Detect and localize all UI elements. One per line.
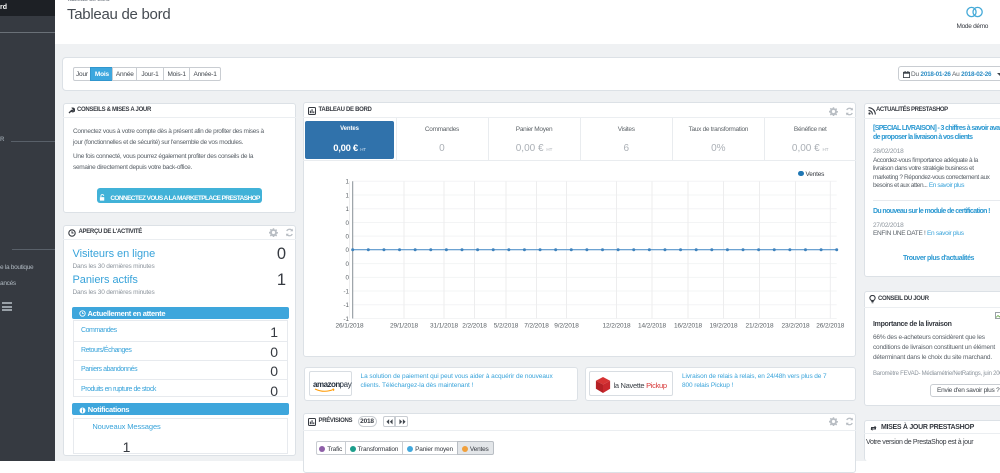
svg-text:23/2/2018: 23/2/2018 <box>781 323 810 330</box>
svg-text:7/2/2018: 7/2/2018 <box>524 323 549 330</box>
svg-text:31/1/2018: 31/1/2018 <box>430 323 459 330</box>
svg-text:0: 0 <box>346 220 350 227</box>
svg-text:0: 0 <box>346 233 350 240</box>
svg-text:26/1/2018: 26/1/2018 <box>335 323 364 330</box>
svg-text:5/2/2018: 5/2/2018 <box>494 323 519 330</box>
svg-text:0: 0 <box>346 275 350 282</box>
svg-text:-1: -1 <box>343 302 349 309</box>
svg-text:14/2/2018: 14/2/2018 <box>638 323 667 330</box>
svg-text:2/2/2018: 2/2/2018 <box>462 323 487 330</box>
svg-text:1: 1 <box>346 206 350 213</box>
svg-text:16/2/2018: 16/2/2018 <box>674 323 703 330</box>
svg-text:1: 1 <box>346 192 350 199</box>
svg-text:19/2/2018: 19/2/2018 <box>709 323 738 330</box>
svg-text:21/2/2018: 21/2/2018 <box>745 323 774 330</box>
svg-text:12/2/2018: 12/2/2018 <box>602 323 631 330</box>
svg-text:-1: -1 <box>343 288 349 295</box>
svg-text:0: 0 <box>346 247 350 254</box>
svg-text:0: 0 <box>346 261 350 268</box>
svg-text:1: 1 <box>346 179 350 186</box>
svg-text:26/2/2018: 26/2/2018 <box>816 323 845 330</box>
svg-text:29/1/2018: 29/1/2018 <box>390 323 419 330</box>
svg-text:9/2/2018: 9/2/2018 <box>554 323 579 330</box>
